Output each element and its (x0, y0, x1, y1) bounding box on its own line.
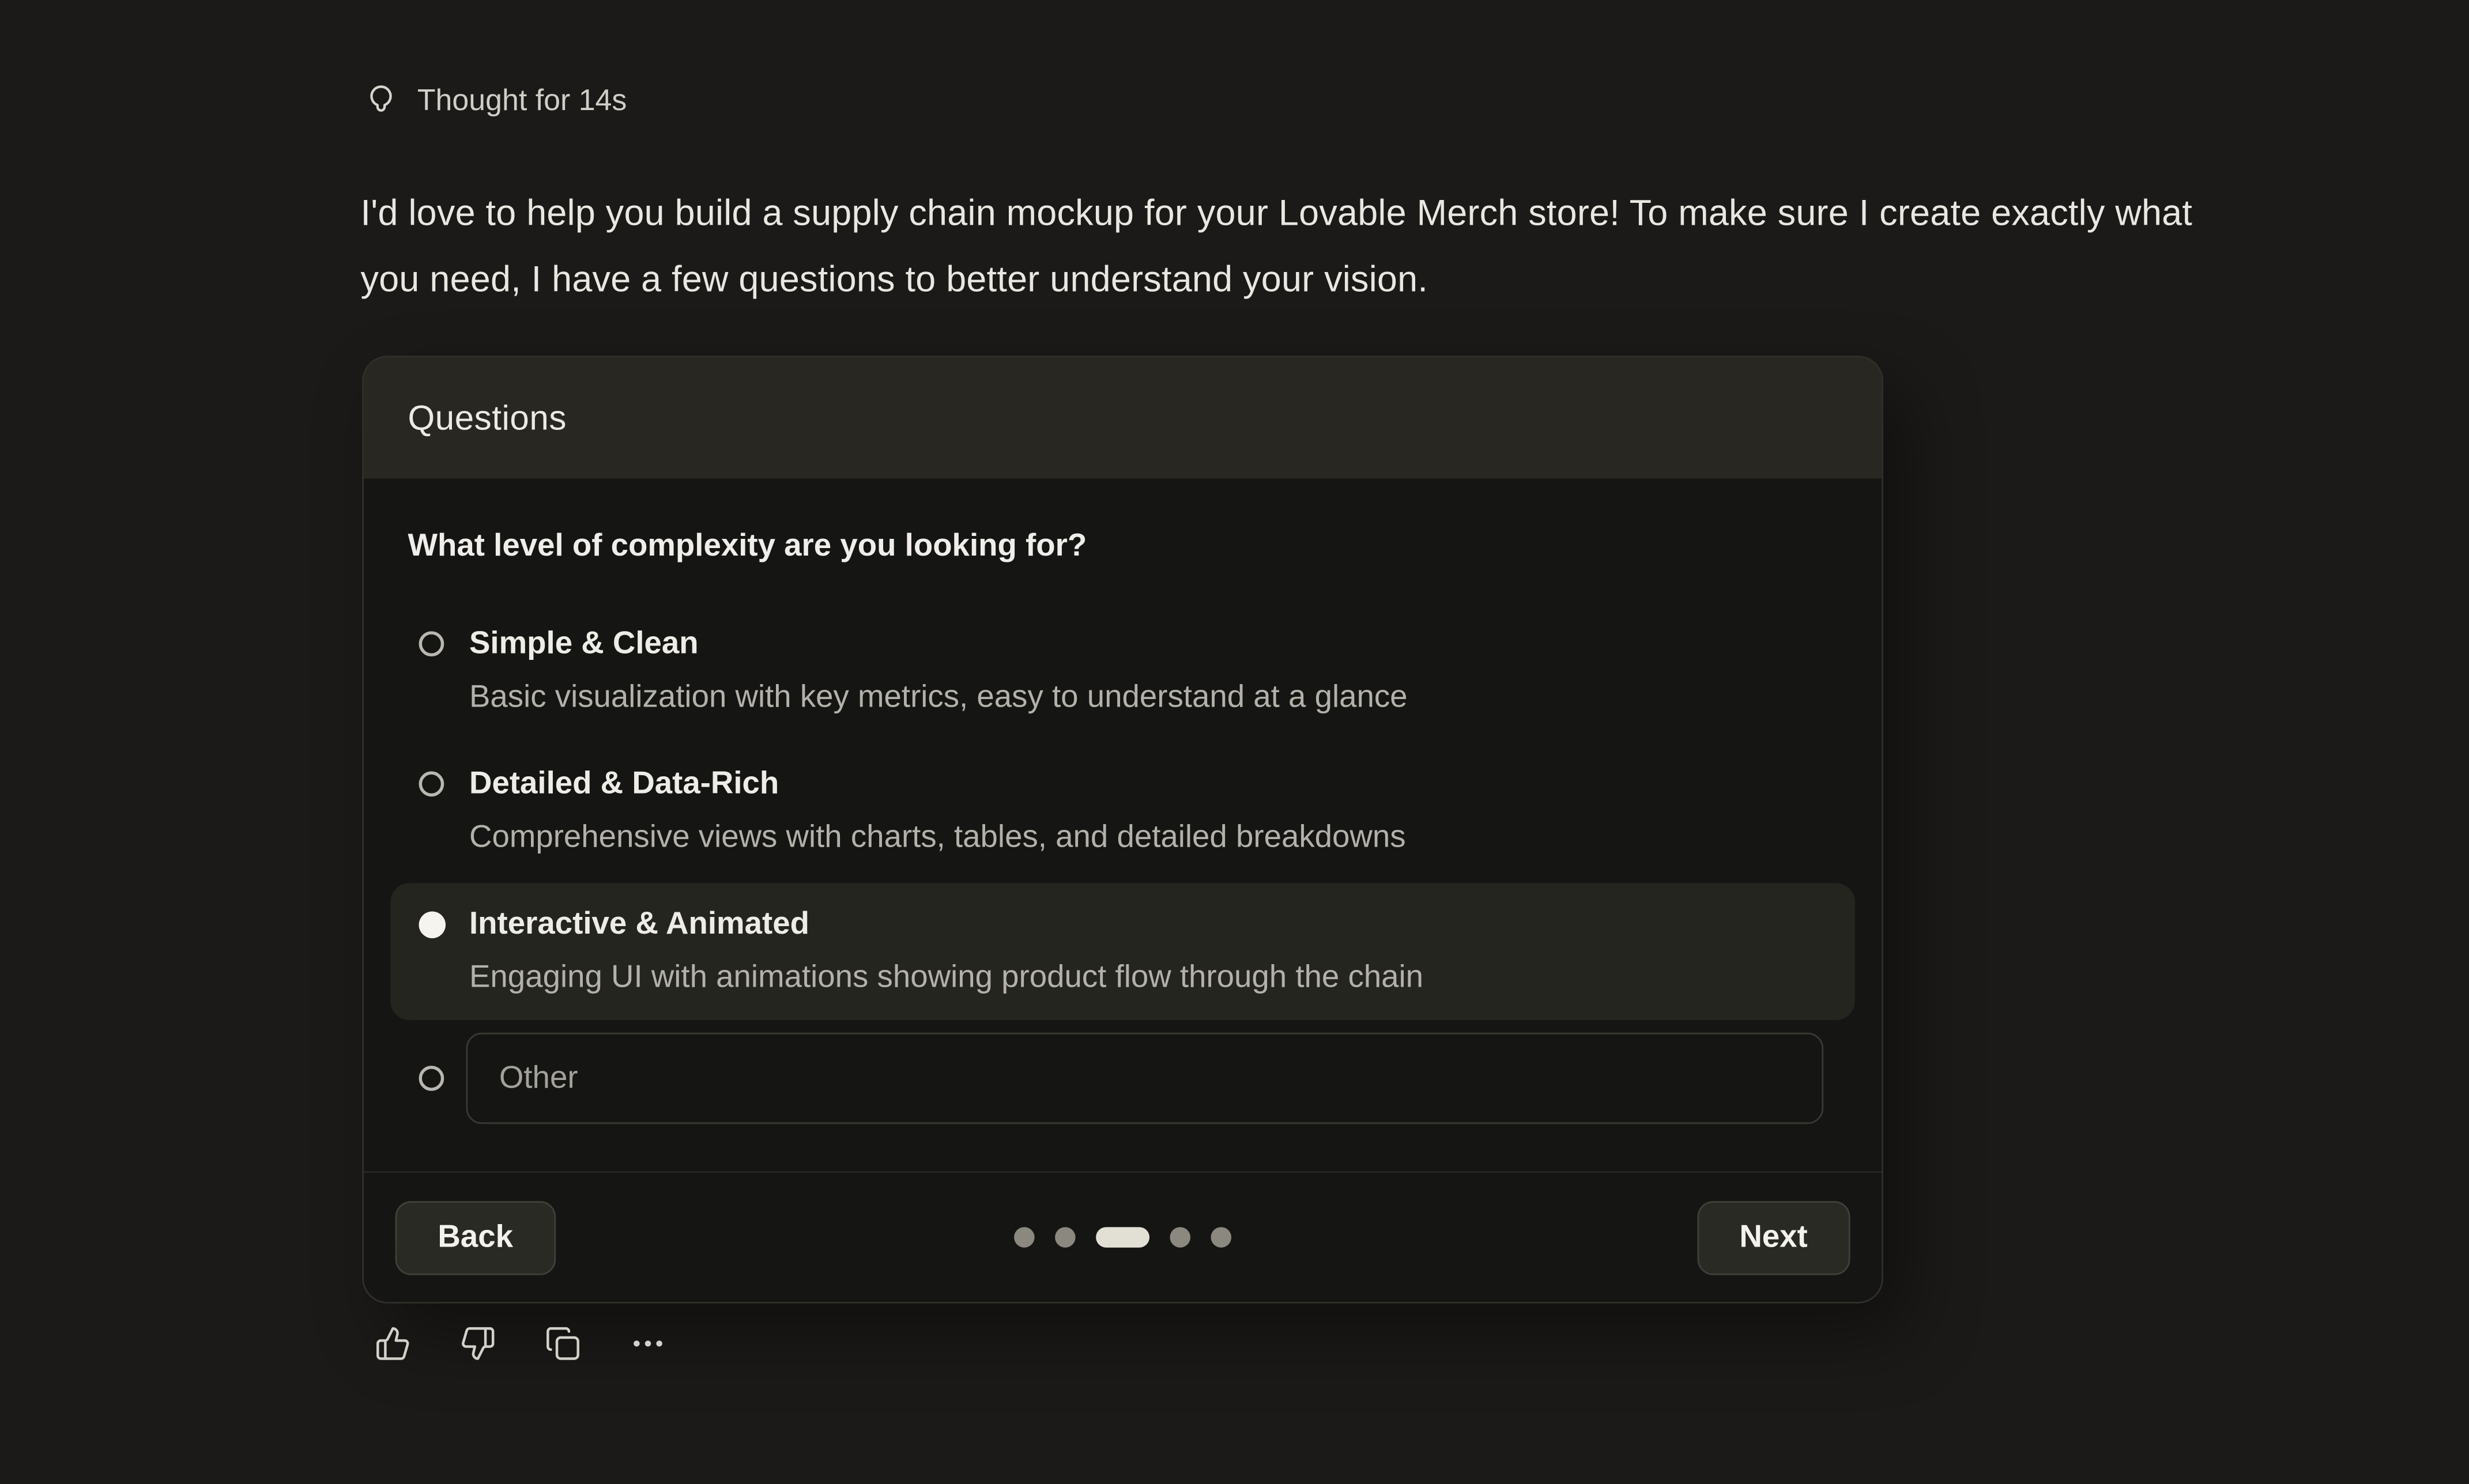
option-other[interactable] (390, 1023, 1854, 1130)
radio-unselected-icon[interactable] (419, 1066, 444, 1091)
more-options-button[interactable] (630, 1326, 666, 1362)
option-text: Simple & Clean Basic visualization with … (469, 624, 1827, 720)
pagination-dot (1211, 1227, 1232, 1248)
thumbs-up-icon (375, 1326, 411, 1362)
options-list: Simple & Clean Basic visualization with … (390, 603, 1854, 1130)
question-text: What level of complexity are you looking… (408, 526, 1837, 568)
next-button[interactable]: Next (1697, 1200, 1850, 1274)
thumbs-down-button[interactable] (460, 1326, 496, 1362)
other-input[interactable] (466, 1033, 1824, 1124)
option-interactive-animated[interactable]: Interactive & Animated Engaging UI with … (390, 883, 1854, 1020)
option-detailed-data-rich[interactable]: Detailed & Data-Rich Comprehensive views… (390, 743, 1854, 880)
thumbs-up-button[interactable] (375, 1326, 411, 1362)
option-title: Simple & Clean (469, 624, 1827, 666)
radio-selected-icon[interactable] (419, 912, 446, 938)
ellipsis-icon (630, 1326, 666, 1362)
wizard-footer: Back Next (364, 1171, 1882, 1302)
option-simple-clean[interactable]: Simple & Clean Basic visualization with … (390, 603, 1854, 740)
option-description: Comprehensive views with charts, tables,… (469, 817, 1827, 860)
option-text: Detailed & Data-Rich Comprehensive views… (469, 764, 1827, 860)
lightbulb-icon (364, 85, 398, 120)
radio-unselected-icon[interactable] (419, 631, 444, 656)
pagination (1014, 1227, 1231, 1248)
option-description: Basic visualization with key metrics, ea… (469, 677, 1827, 720)
option-title: Detailed & Data-Rich (469, 764, 1827, 806)
radio-unselected-icon[interactable] (419, 771, 444, 796)
thought-toggle[interactable]: Thought for 14s (364, 85, 627, 120)
assistant-message-text: I'd love to help you build a supply chai… (361, 179, 2203, 311)
copy-icon (545, 1326, 581, 1362)
pagination-dot (1014, 1227, 1035, 1248)
questions-card-body: What level of complexity are you looking… (364, 478, 1882, 1171)
pagination-dot (1055, 1227, 1076, 1248)
card-title: Questions (408, 398, 566, 439)
message-actions (375, 1326, 666, 1362)
thought-label: Thought for 14s (417, 85, 627, 120)
back-button[interactable]: Back (395, 1200, 556, 1274)
pagination-dot (1170, 1227, 1191, 1248)
questions-card-header: Questions (364, 357, 1882, 478)
option-text: Interactive & Animated Engaging UI with … (469, 904, 1827, 1000)
pagination-active-pill (1096, 1227, 1149, 1248)
copy-button[interactable] (545, 1326, 581, 1362)
questions-card: Questions What level of complexity are y… (362, 356, 1883, 1303)
option-description: Engaging UI with animations showing prod… (469, 957, 1827, 1000)
thumbs-down-icon (460, 1326, 496, 1362)
option-title: Interactive & Animated (469, 904, 1827, 946)
chat-message-area: Thought for 14s I'd love to help you bui… (0, 0, 2469, 1484)
